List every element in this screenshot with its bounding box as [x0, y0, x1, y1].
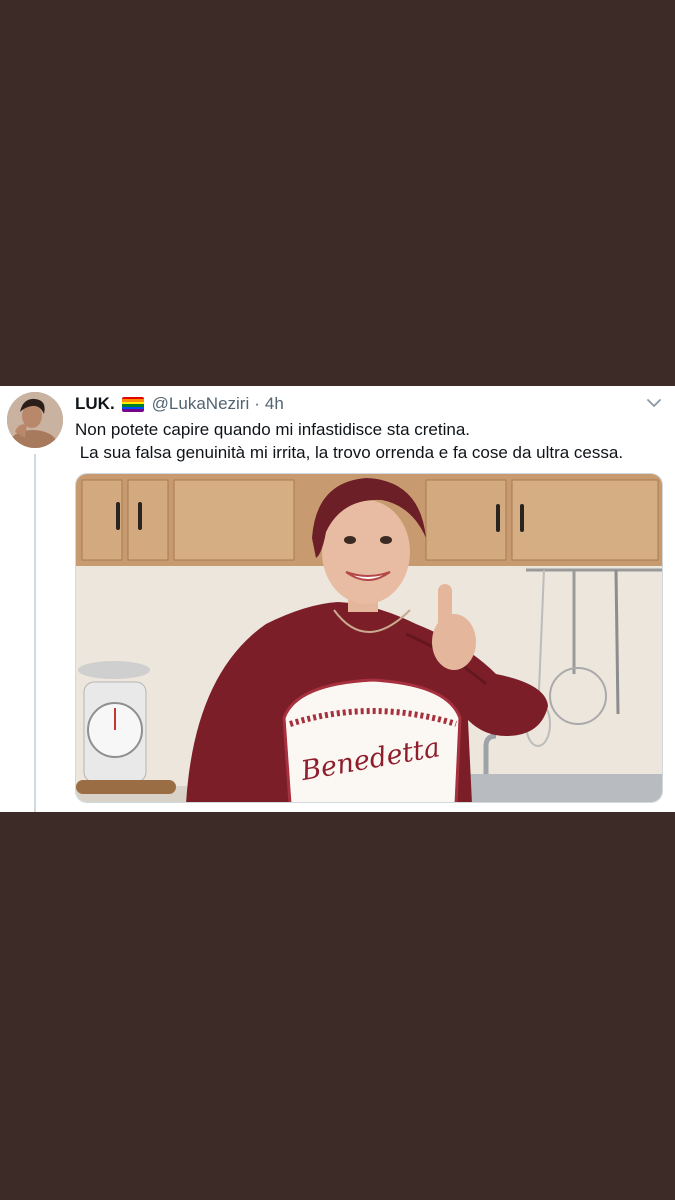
media-photo: Benedetta [76, 474, 662, 802]
tweet-media-image[interactable]: Benedetta [75, 473, 663, 803]
thread-line [34, 454, 36, 812]
avatar[interactable] [7, 392, 63, 448]
tweet-text-line-2: La sua falsa genuinità mi irrita, la tro… [75, 443, 624, 462]
timestamp[interactable]: 4h [265, 394, 284, 414]
display-name[interactable]: LUK. [75, 394, 115, 414]
user-handle[interactable]: @LukaNeziri [152, 394, 250, 414]
avatar-image [7, 392, 63, 448]
tweet-text: Non potete capire quando mi infastidisce… [75, 418, 665, 464]
tweet-card[interactable]: LUK. @LukaNeziri · 4h Non potete capire … [0, 386, 675, 812]
chevron-down-icon[interactable] [643, 392, 665, 414]
separator-dot: · [254, 394, 260, 413]
tweet-header: LUK. @LukaNeziri · 4h [75, 393, 284, 415]
rainbow-flag-icon [121, 396, 144, 412]
tweet-text-line-1: Non potete capire quando mi infastidisce… [75, 420, 471, 439]
